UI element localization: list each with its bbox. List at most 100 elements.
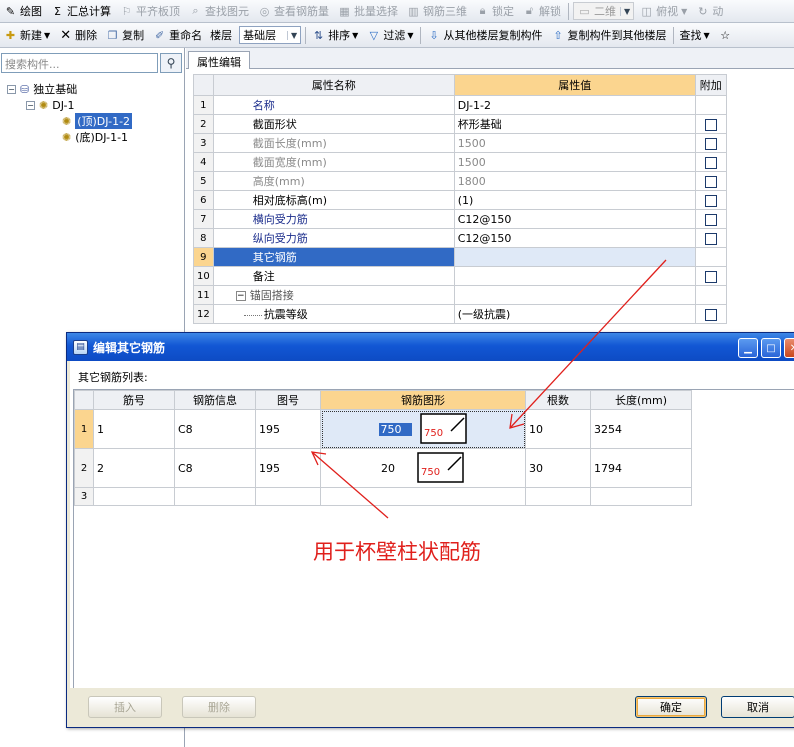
extra-checkbox[interactable] bbox=[704, 308, 717, 321]
bar-shape-cell[interactable]: 750 750 bbox=[320, 409, 526, 449]
extra-checkbox[interactable] bbox=[704, 232, 717, 245]
bar-shape-cell[interactable] bbox=[320, 487, 526, 506]
figure-no-cell[interactable] bbox=[255, 487, 321, 506]
new-button[interactable]: ✚ 新建 ▼ bbox=[0, 25, 55, 45]
collapse-icon[interactable]: − bbox=[7, 84, 16, 94]
property-value[interactable]: C12@150 bbox=[453, 228, 696, 248]
property-row[interactable]: 2 截面形状 杯形基础 bbox=[193, 114, 727, 134]
find-figure-button[interactable]: ⌕ 查找图元 bbox=[185, 1, 254, 21]
extra-checkbox[interactable] bbox=[704, 194, 717, 207]
property-value[interactable]: 杯形基础 bbox=[453, 114, 696, 134]
property-row[interactable]: 6 相对底标高(m) (1) bbox=[193, 190, 727, 210]
unlock-icon: 🔓︎ bbox=[525, 4, 534, 17]
property-group-row[interactable]: 11 − 锚固搭接 bbox=[193, 285, 727, 305]
tree-node-dj-1-1[interactable]: ✺ (底)DJ-1-1 bbox=[62, 129, 128, 145]
minimize-button[interactable]: ▁ bbox=[738, 338, 758, 358]
tree-node-dj-1-2[interactable]: ✺ (顶)DJ-1-2 bbox=[62, 113, 133, 129]
extra-checkbox[interactable] bbox=[704, 156, 717, 169]
property-value[interactable] bbox=[453, 247, 696, 267]
extra-checkbox[interactable] bbox=[704, 118, 717, 131]
figure-no-cell[interactable]: 195 bbox=[255, 409, 321, 449]
cancel-button[interactable]: 取消 bbox=[721, 696, 794, 718]
property-value[interactable]: 1800 bbox=[453, 171, 696, 191]
property-value[interactable]: (一级抗震) bbox=[453, 304, 696, 324]
copy-from-other-floor-button[interactable]: ⇩ 从其他楼层复制构件 bbox=[423, 25, 547, 45]
delete-button[interactable]: ✕ 删除 bbox=[55, 25, 102, 45]
ok-button[interactable]: 确定 bbox=[635, 696, 707, 718]
property-value[interactable]: 1500 bbox=[453, 133, 696, 153]
property-row[interactable]: 3 截面长度(mm) 1500 bbox=[193, 133, 727, 153]
bar-no-cell[interactable]: 2 bbox=[93, 448, 175, 488]
property-row-selected[interactable]: 9 其它钢筋 bbox=[193, 247, 727, 267]
align-slab-top-button[interactable]: ⚐ 平齐板顶 bbox=[116, 1, 185, 21]
find-button[interactable]: 查找 ▼ bbox=[676, 25, 714, 45]
summary-calc-button[interactable]: Σ 汇总计算 bbox=[47, 1, 116, 21]
maximize-button[interactable]: □ bbox=[761, 338, 781, 358]
bar-no-cell[interactable]: 1 bbox=[93, 409, 175, 449]
count-cell[interactable]: 30 bbox=[525, 448, 591, 488]
bar-shape-cell[interactable]: 20 750 bbox=[320, 448, 526, 488]
view-rebar-button[interactable]: ◎ 查看钢筋量 bbox=[254, 1, 334, 21]
extra-checkbox[interactable] bbox=[704, 175, 717, 188]
bar-info-cell[interactable]: C8 bbox=[174, 448, 256, 488]
property-row[interactable]: 4 截面宽度(mm) 1500 bbox=[193, 152, 727, 172]
property-value[interactable]: 1500 bbox=[453, 152, 696, 172]
bar-info-cell[interactable]: C8 bbox=[174, 409, 256, 449]
view-mode-select[interactable]: ▭ 二维 ▼ bbox=[573, 2, 635, 20]
unlock-button[interactable]: 🔓︎ 解锁 bbox=[519, 1, 566, 21]
rebar-row[interactable]: 1 1 C8 195 750 750 10 3254 bbox=[74, 409, 692, 449]
property-extra bbox=[694, 209, 727, 229]
figure-no-cell[interactable]: 195 bbox=[255, 448, 321, 488]
rebar-row-empty[interactable]: 3 bbox=[74, 487, 692, 506]
rebar-row[interactable]: 2 2 C8 195 20 750 30 1794 bbox=[74, 448, 692, 488]
shape-value[interactable]: 20 bbox=[381, 462, 395, 475]
dynamic-view-button[interactable]: ↻ 动 bbox=[692, 1, 728, 21]
property-row[interactable]: 1 名称 DJ-1-2 bbox=[193, 95, 727, 115]
tree-node-foundation[interactable]: − ⛁ 独立基础 bbox=[7, 81, 77, 97]
close-button[interactable]: ✕ bbox=[784, 338, 794, 358]
rename-button[interactable]: ✐ 重命名 bbox=[149, 25, 207, 45]
gear-icon: ✺ bbox=[62, 130, 72, 144]
lock-button[interactable]: 🔒︎ 锁定 bbox=[472, 1, 519, 21]
floor-select[interactable]: 基础层 ▼ bbox=[239, 26, 302, 44]
property-row[interactable]: 8 纵向受力筋 C12@150 bbox=[193, 228, 727, 248]
property-value[interactable]: C12@150 bbox=[453, 209, 696, 229]
tree-node-dj-1[interactable]: − ✺ DJ-1 bbox=[26, 97, 75, 113]
count-cell[interactable] bbox=[525, 487, 591, 506]
property-row[interactable]: 5 高度(mm) 1800 bbox=[193, 171, 727, 191]
copy-to-other-floor-button[interactable]: ⇧ 复制构件到其他楼层 bbox=[547, 25, 671, 45]
more-button[interactable]: ☆ bbox=[715, 25, 740, 45]
property-value[interactable]: DJ-1-2 bbox=[453, 95, 696, 115]
sort-button[interactable]: ⇅ 排序 ▼ bbox=[308, 25, 363, 45]
copy-button[interactable]: ❐ 复制 bbox=[102, 25, 149, 45]
dialog-titlebar[interactable]: ▤ 编辑其它钢筋 bbox=[67, 333, 794, 361]
collapse-icon[interactable]: − bbox=[26, 100, 35, 110]
property-row[interactable]: 10 备注 bbox=[193, 266, 727, 286]
extra-checkbox[interactable] bbox=[704, 137, 717, 150]
bar-info-cell[interactable] bbox=[174, 487, 256, 506]
collapse-icon[interactable]: − bbox=[235, 291, 246, 301]
bar-shape-header: 钢筋图形 bbox=[320, 390, 526, 410]
extra-checkbox[interactable] bbox=[704, 213, 717, 226]
batch-select-button[interactable]: ▦ 批量选择 bbox=[334, 1, 403, 21]
property-row[interactable]: 7 横向受力筋 C12@150 bbox=[193, 209, 727, 229]
shape-value-input[interactable]: 750 bbox=[378, 422, 412, 436]
property-value[interactable] bbox=[453, 266, 696, 286]
rebar-3d-button[interactable]: ▥ 钢筋三维 bbox=[403, 1, 472, 21]
draw-button[interactable]: ✎ 绘图 bbox=[0, 1, 47, 21]
bar-no-cell[interactable] bbox=[93, 487, 175, 506]
count-cell[interactable]: 10 bbox=[525, 409, 591, 449]
delete-row-button[interactable]: 删除 bbox=[182, 696, 256, 718]
search-button[interactable]: ⚲ bbox=[160, 53, 182, 73]
property-value[interactable]: (1) bbox=[453, 190, 696, 210]
insert-button[interactable]: 插入 bbox=[88, 696, 162, 718]
property-name: 其它钢筋 bbox=[212, 247, 455, 267]
filter-button[interactable]: ▽ 过滤 ▼ bbox=[363, 25, 418, 45]
extra-checkbox[interactable] bbox=[704, 270, 717, 283]
tab-property-edit[interactable]: 属性编辑 bbox=[188, 51, 250, 69]
cube-icon: ◫ bbox=[641, 4, 652, 18]
property-row[interactable]: 12 抗震等级 (一级抗震) bbox=[193, 304, 727, 324]
top-view-button[interactable]: ◫ 俯视 ▼ bbox=[636, 1, 692, 21]
row-number: 9 bbox=[193, 247, 214, 267]
search-input[interactable]: 搜索构件... bbox=[1, 53, 158, 73]
